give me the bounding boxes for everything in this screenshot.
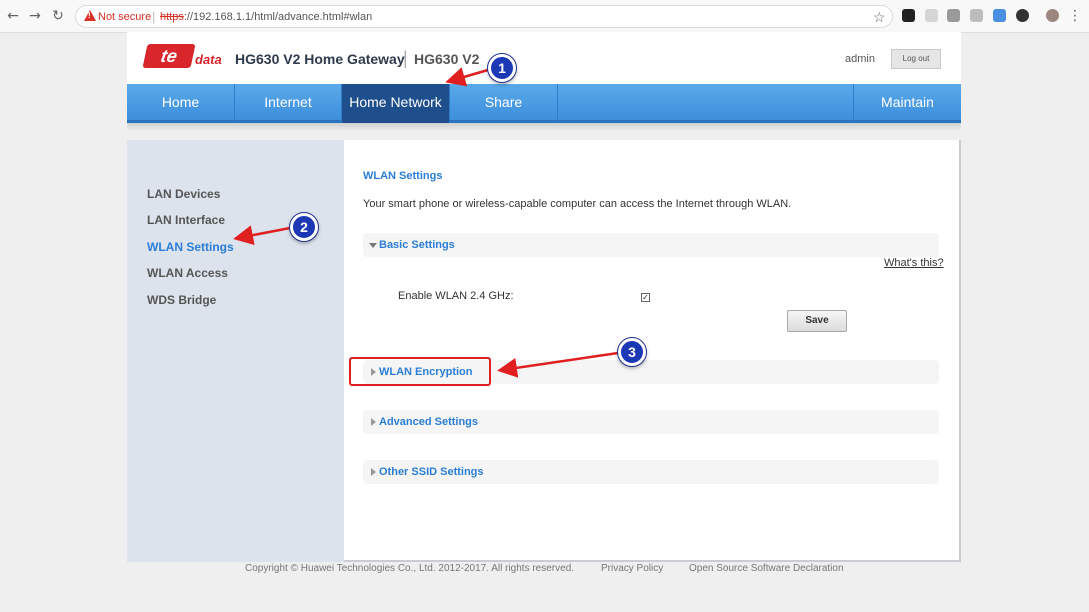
- whats-this-link[interactable]: What's this?: [884, 257, 944, 269]
- browser-menu-icon[interactable]: ⋮: [1066, 7, 1084, 25]
- footer-copyright: Copyright © Huawei Technologies Co., Ltd…: [245, 563, 575, 574]
- menu-shadow: [127, 123, 961, 131]
- step-2-marker: 2: [290, 213, 318, 241]
- tab-share[interactable]: Share: [450, 84, 558, 123]
- browser-toolbar: ← → ↻ Not secure | https://192.168.1.1/h…: [0, 0, 1089, 33]
- router-page: te data HG630 V2 Home Gateway | HG630 V2…: [127, 32, 961, 562]
- enable-wlan-label: Enable WLAN 2.4 GHz:: [398, 290, 514, 302]
- sidebar-item-wlan-access[interactable]: WLAN Access: [147, 266, 228, 280]
- collapsed-triangle-icon: [371, 418, 376, 426]
- sidebar-item-wlan-settings[interactable]: WLAN Settings: [147, 240, 234, 254]
- logo-subtext: data: [195, 52, 222, 67]
- not-secure-label[interactable]: Not secure: [98, 11, 151, 23]
- url-scheme: https: [160, 11, 184, 23]
- oss-declaration-link[interactable]: Open Source Software Declaration: [689, 563, 844, 574]
- url-separator: |: [152, 9, 156, 24]
- te-data-logo: te data: [142, 44, 222, 70]
- page-description: Your smart phone or wireless-capable com…: [363, 198, 792, 210]
- tab-home[interactable]: Home: [127, 84, 235, 123]
- tab-internet[interactable]: Internet: [235, 84, 342, 123]
- step-3-marker: 3: [618, 338, 646, 366]
- section-basic-settings[interactable]: Basic Settings: [363, 233, 939, 257]
- header-separator: |: [403, 48, 408, 68]
- collapsed-triangle-icon: [371, 468, 376, 476]
- reload-icon[interactable]: ↻: [49, 7, 67, 25]
- profile-avatar[interactable]: [1046, 9, 1059, 22]
- model-name: HG630 V2: [414, 51, 480, 67]
- logo-mark: te: [142, 44, 196, 68]
- extension-icon[interactable]: [970, 9, 983, 22]
- back-icon[interactable]: ←: [4, 7, 22, 25]
- extension-icon[interactable]: [993, 9, 1006, 22]
- warning-icon: [84, 10, 96, 21]
- sidebar-item-lan-devices[interactable]: LAN Devices: [147, 187, 220, 201]
- username-label: admin: [845, 53, 875, 65]
- tab-home-network[interactable]: Home Network: [342, 84, 450, 123]
- product-name: HG630 V2 Home Gateway: [235, 51, 405, 67]
- expanded-triangle-icon: [369, 243, 377, 248]
- save-button[interactable]: Save: [787, 310, 847, 332]
- extension-icon[interactable]: [1016, 9, 1029, 22]
- sidebar: LAN Devices LAN Interface WLAN Settings …: [127, 140, 344, 562]
- extension-icon[interactable]: [925, 9, 938, 22]
- address-bar[interactable]: Not secure | https://192.168.1.1/html/ad…: [75, 5, 893, 28]
- url-path: ://192.168.1.1/html/advance.html#wlan: [183, 11, 373, 23]
- extension-icon[interactable]: [947, 9, 960, 22]
- tab-maintain[interactable]: Maintain: [853, 84, 961, 123]
- main-menu: Home Internet Home Network Share Maintai…: [127, 84, 961, 123]
- bookmark-star-icon[interactable]: ☆: [873, 9, 886, 26]
- page-header: te data HG630 V2 Home Gateway | HG630 V2…: [127, 32, 961, 84]
- section-advanced-settings[interactable]: Advanced Settings: [363, 410, 939, 434]
- forward-icon[interactable]: →: [26, 7, 44, 25]
- highlight-box: [349, 357, 491, 386]
- sidebar-item-lan-interface[interactable]: LAN Interface: [147, 213, 225, 227]
- section-label: Advanced Settings: [379, 416, 479, 428]
- page-title: WLAN Settings: [363, 170, 443, 182]
- section-other-ssid-settings[interactable]: Other SSID Settings: [363, 460, 939, 484]
- step-1-marker: 1: [488, 54, 516, 82]
- url-text[interactable]: https://192.168.1.1/html/advance.html#wl…: [160, 11, 372, 23]
- extension-icon[interactable]: [902, 9, 915, 22]
- section-label: Basic Settings: [379, 239, 455, 251]
- section-label: Other SSID Settings: [379, 466, 484, 478]
- logout-button[interactable]: Log out: [891, 49, 941, 69]
- content-panel: WLAN Settings Your smart phone or wirele…: [344, 140, 961, 562]
- enable-wlan-checkbox[interactable]: ✓: [641, 293, 650, 302]
- sidebar-item-wds-bridge[interactable]: WDS Bridge: [147, 293, 216, 307]
- privacy-policy-link[interactable]: Privacy Policy: [601, 563, 663, 574]
